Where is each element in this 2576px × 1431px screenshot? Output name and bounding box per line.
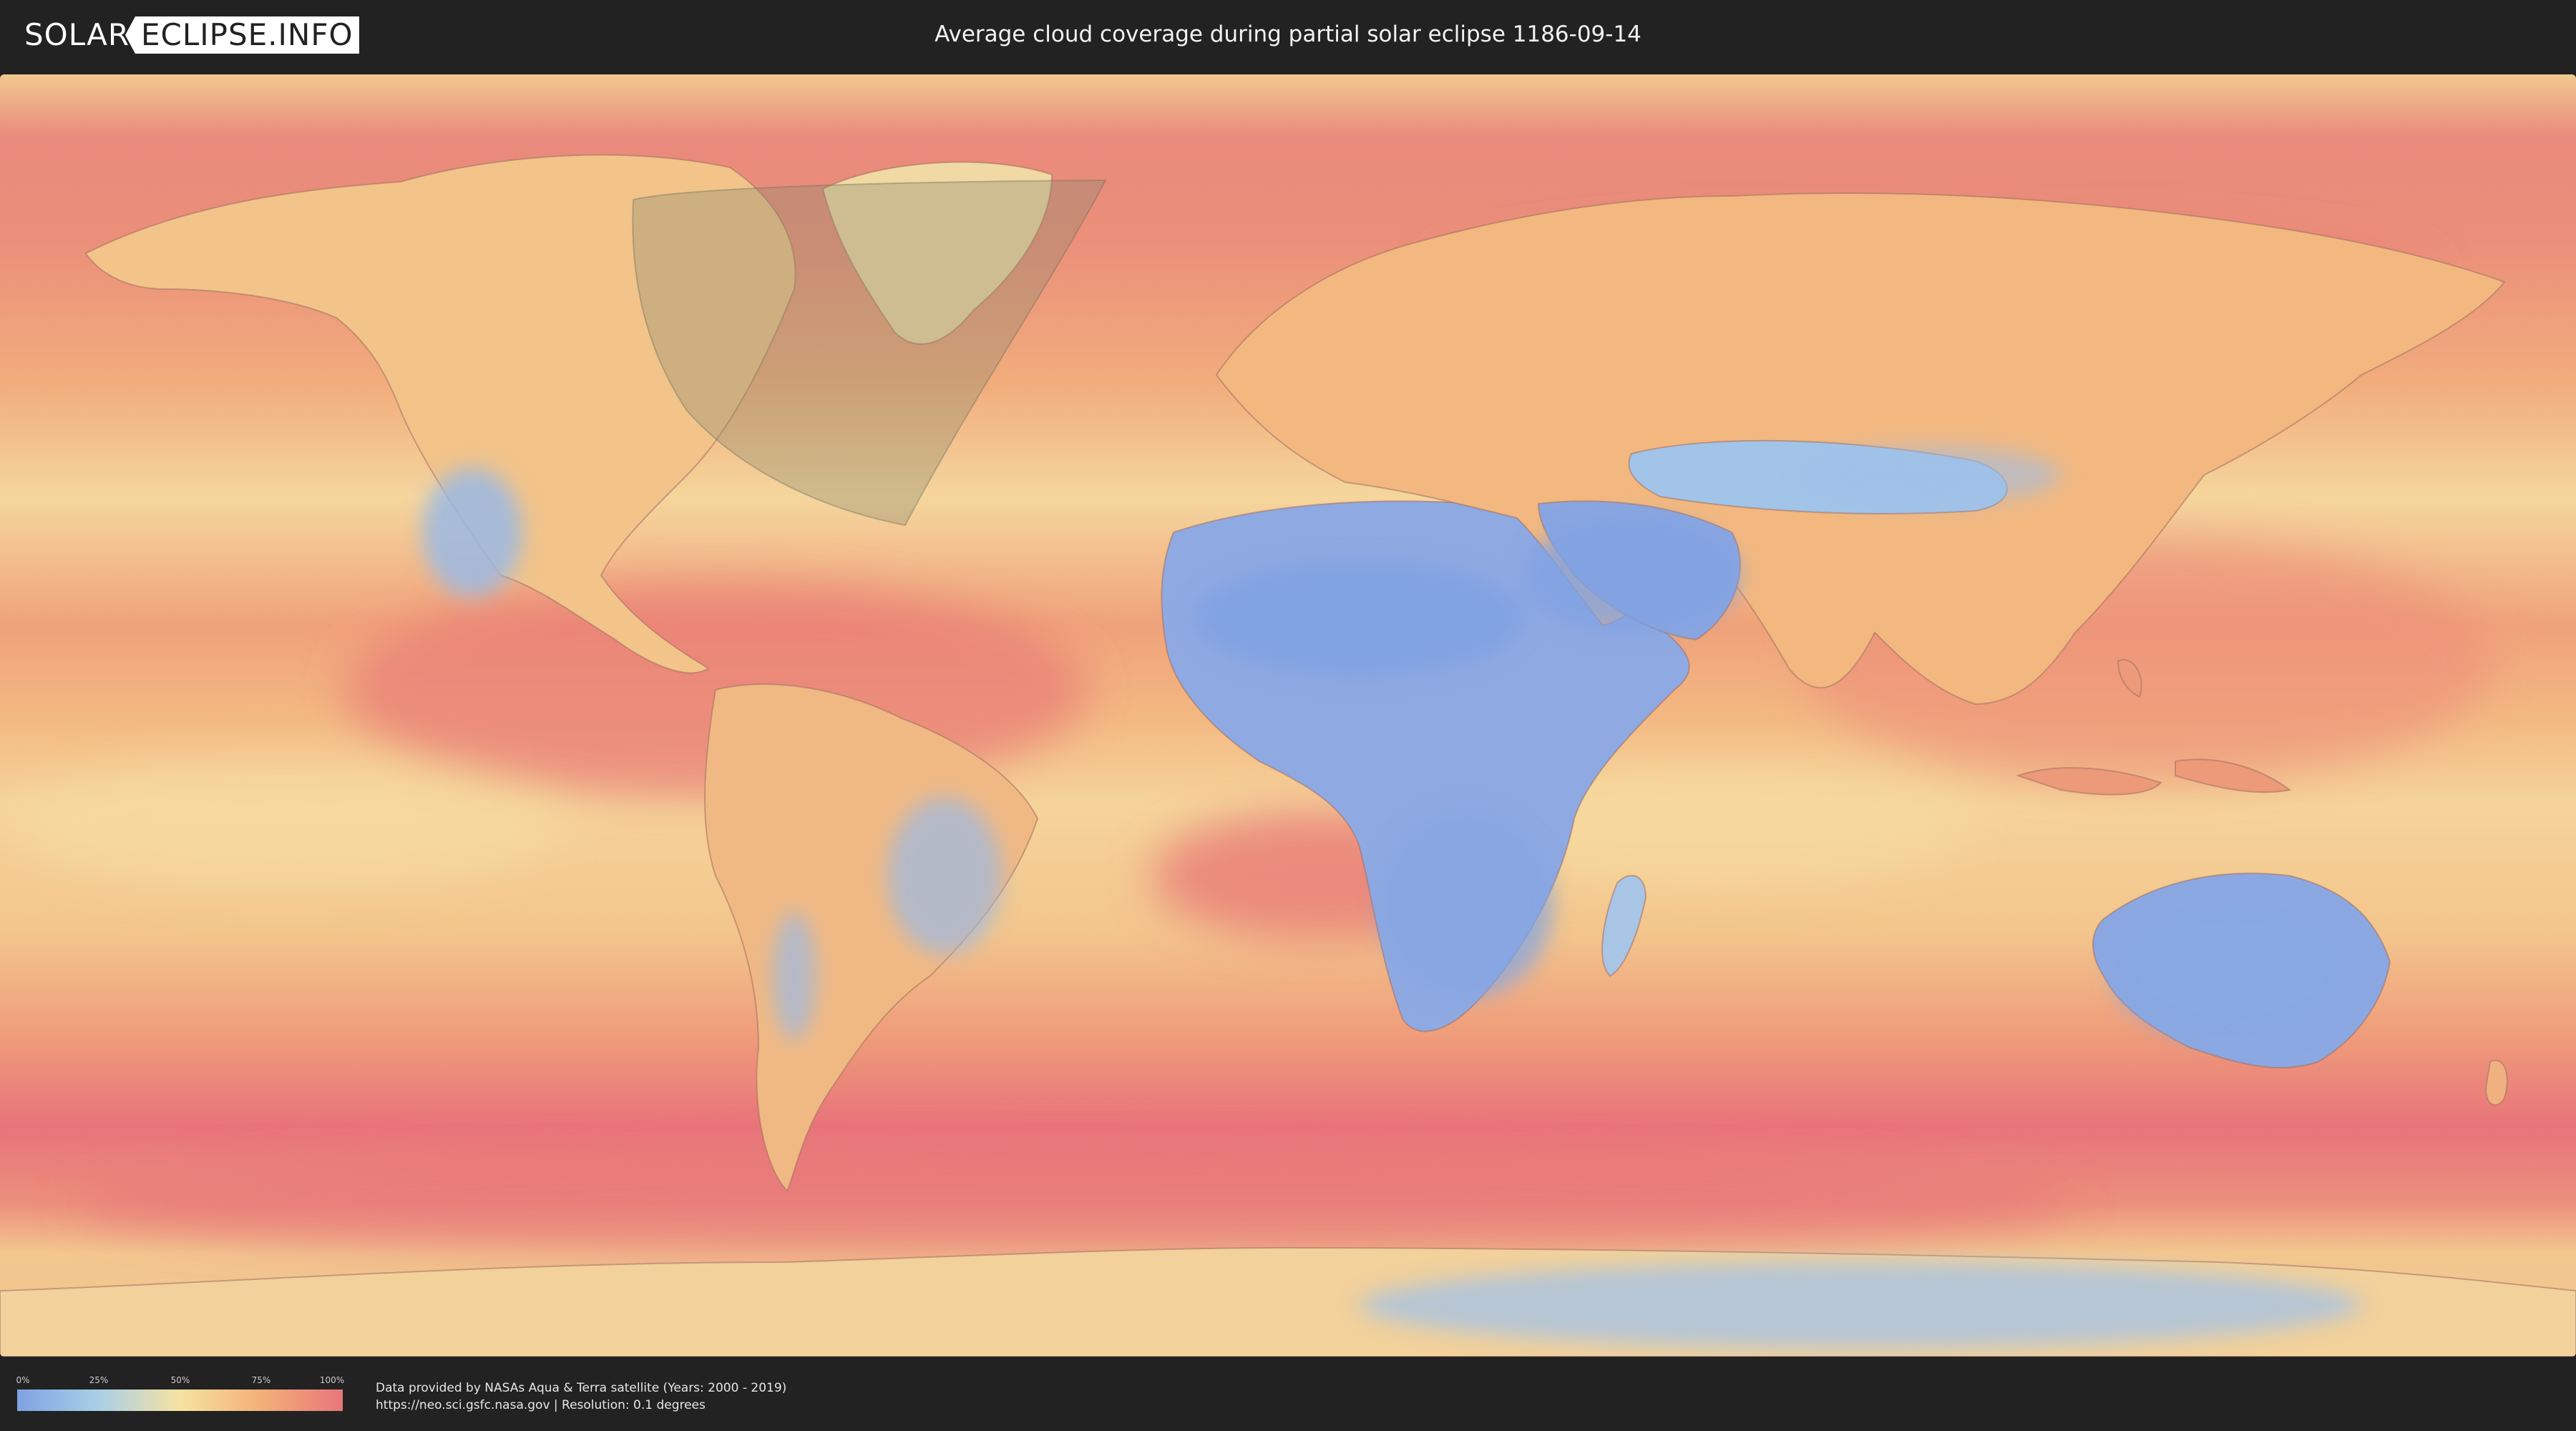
legend-tick-25: 25% [89,1375,109,1385]
new-zealand [2485,1060,2508,1106]
legend-tick-50: 50% [170,1375,190,1385]
legend-tick-0: 0% [16,1375,30,1385]
legend-color-bar [17,1390,343,1411]
credit-line-source: Data provided by NASAs Aqua & Terra sate… [376,1381,787,1395]
data-credits: Data provided by NASAs Aqua & Terra sate… [376,1379,786,1414]
world-map-svg [0,74,2576,1357]
legend-tick-100: 100% [319,1375,345,1385]
cloud-coverage-map [0,74,2576,1357]
legend-tick-75: 75% [251,1375,271,1385]
credit-line-url[interactable]: https://neo.sci.gsfc.nasa.gov | Resoluti… [376,1397,786,1414]
footer-bar: 0% 25% 50% 75% 100% Data provided by NAS… [0,1357,2576,1431]
page-title: Average cloud coverage during partial so… [935,21,1641,47]
header-bar: SOLAR ECLIPSE.INFO Average cloud coverag… [0,0,2576,72]
